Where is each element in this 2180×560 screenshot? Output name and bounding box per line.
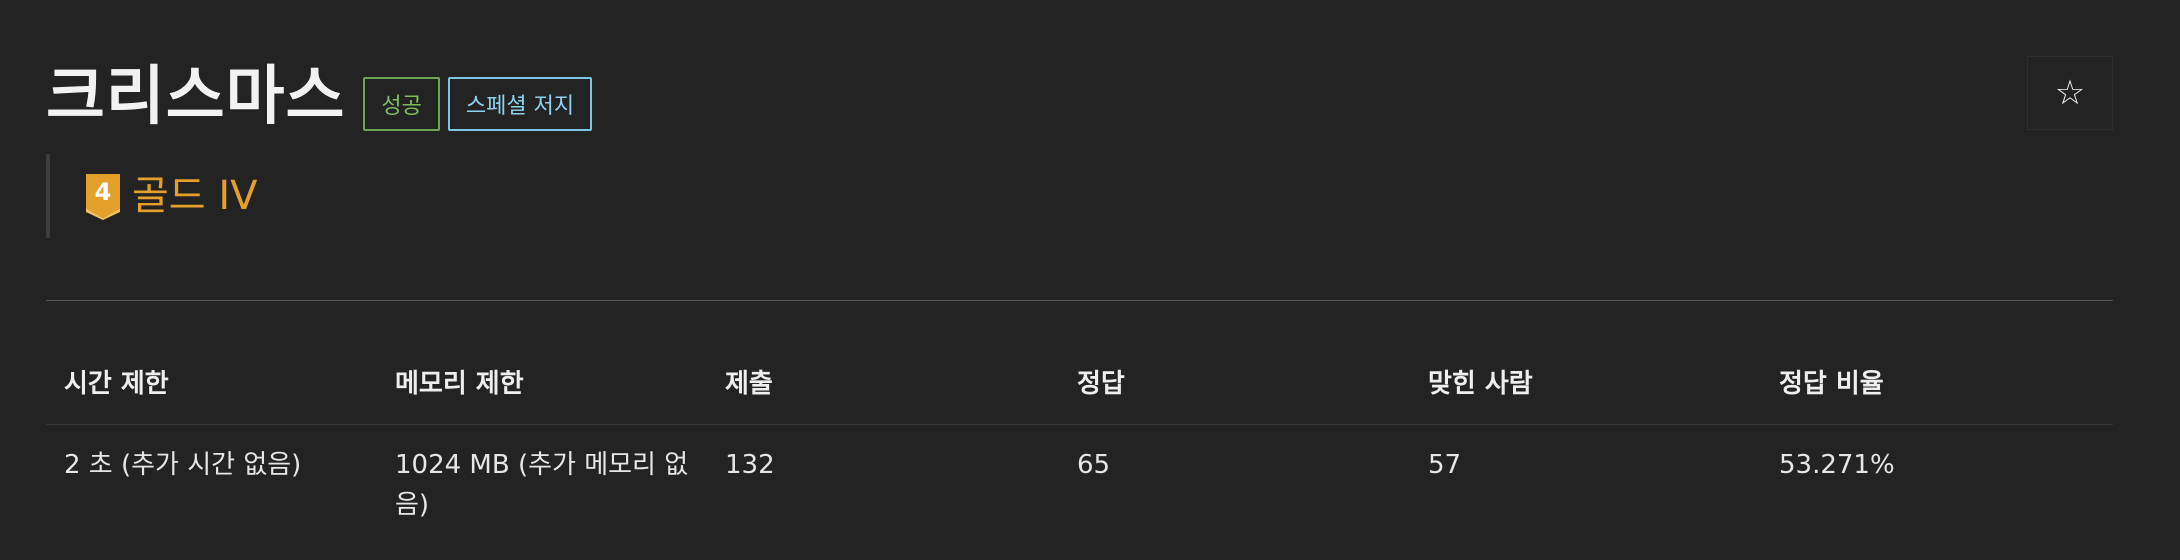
header-accepted: 정답 xyxy=(1077,369,1125,399)
value-submissions: 132 xyxy=(725,450,775,480)
divider xyxy=(46,300,2113,301)
header-accept-ratio: 정답 비율 xyxy=(1779,369,1884,399)
value-time-limit: 2 초 (추가 시간 없음) xyxy=(64,450,302,480)
header-submissions: 제출 xyxy=(725,369,773,399)
tier-label: 골드 IV xyxy=(132,173,258,219)
problem-stats-table: 시간 제한 메모리 제한 제출 정답 맞힌 사람 정답 비율 2 초 (추가 시… xyxy=(46,348,2113,525)
tier-block: 4 골드 IV xyxy=(46,154,257,238)
problem-page: 크리스마스 성공 스페셜 저지 ☆ 4 골드 IV 시간 제한 메모리 제한 제… xyxy=(46,0,2113,560)
special-judge-badge: 스페셜 저지 xyxy=(447,77,593,131)
value-accepted: 65 xyxy=(1077,450,1111,480)
stats-header-row: 시간 제한 메모리 제한 제출 정답 맞힌 사람 정답 비율 xyxy=(46,348,2113,425)
value-accept-ratio: 53.271% xyxy=(1779,450,1895,480)
problem-title: 크리스마스 xyxy=(46,60,346,134)
problem-header: 크리스마스 성공 스페셜 저지 xyxy=(46,52,593,142)
success-badge: 성공 xyxy=(363,77,440,131)
favorite-button[interactable]: ☆ xyxy=(2027,56,2113,130)
value-memory-limit: 1024 MB (추가 메모리 없음) xyxy=(395,450,689,520)
gold-tier-icon: 4 xyxy=(86,174,120,220)
stats-value-row: 2 초 (추가 시간 없음) 1024 MB (추가 메모리 없음) 132 6… xyxy=(46,425,2113,525)
tier-level-number: 4 xyxy=(95,178,112,206)
header-memory-limit: 메모리 제한 xyxy=(395,369,524,399)
header-time-limit: 시간 제한 xyxy=(64,369,169,399)
star-icon: ☆ xyxy=(2054,73,2086,113)
value-solved-users: 57 xyxy=(1428,450,1462,480)
header-solved-users: 맞힌 사람 xyxy=(1428,369,1533,399)
